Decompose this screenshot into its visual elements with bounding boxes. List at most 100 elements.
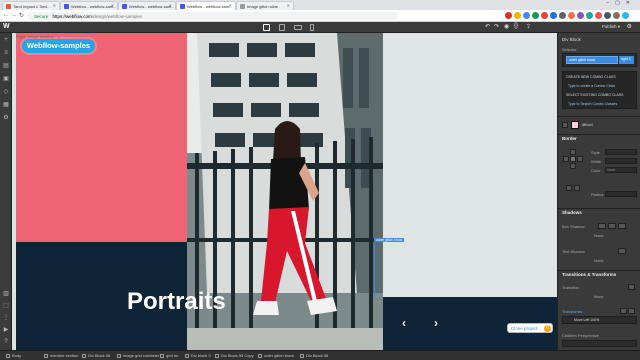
mobile-portrait-icon[interactable] [310, 24, 314, 31]
border-all-icon[interactable] [570, 156, 576, 162]
extension-icon[interactable] [568, 12, 575, 19]
transform-add-icon[interactable] [628, 308, 635, 314]
window-controls[interactable]: –▢✕ [606, 0, 636, 6]
pink-block[interactable] [16, 33, 187, 242]
light-side-panel[interactable] [383, 33, 557, 297]
color-picker-icon[interactable] [562, 122, 568, 128]
video-help-icon[interactable]: ▶ [2, 327, 10, 334]
breadcrumb-item[interactable]: image grid container [117, 353, 159, 358]
webflow-samples-badge[interactable]: Webflow-samples [22, 39, 95, 53]
close-tab-icon[interactable]: ✕ [53, 3, 56, 8]
color-swatch[interactable] [571, 121, 579, 129]
share-icon[interactable]: ⇪ [526, 23, 531, 30]
breadcrumb-item[interactable]: Div Block 56 [82, 353, 110, 358]
desktop-view-icon[interactable] [263, 24, 270, 31]
browser-tab-3[interactable]: Webflow - webflow-sam... ✕ [118, 1, 176, 10]
box-shadow-outer-icon[interactable] [598, 223, 606, 229]
breadcrumb-item[interactable]: outer glitch block [258, 353, 294, 358]
box-shadow-add-icon[interactable] [618, 223, 626, 229]
code-export-icon[interactable]: {} [514, 23, 518, 29]
text-shadow-add-icon[interactable] [618, 248, 626, 254]
pages-icon[interactable]: ▤ [2, 63, 10, 70]
extension-icon[interactable] [595, 12, 602, 19]
portraits-heading[interactable]: Portraits [127, 288, 226, 316]
forward-icon[interactable]: → [11, 12, 17, 18]
close-tab-icon[interactable]: ✕ [287, 3, 290, 8]
url-input[interactable]: Secure https://webflow.com/design/webflo… [28, 12, 398, 20]
breadcrumb-item[interactable]: member section [44, 353, 78, 358]
color-value[interactable]: #ffccd [582, 122, 593, 127]
cms-icon[interactable]: ▣ [2, 76, 10, 83]
design-canvas[interactable]: Webflow-samples Portraits ‹ › outer glit… [12, 33, 557, 350]
radius-all-icon[interactable] [566, 185, 572, 191]
extension-icon[interactable] [622, 12, 629, 19]
border-color-input[interactable]: None [605, 167, 637, 173]
publish-button[interactable]: Publish ▾ [602, 24, 620, 30]
close-tab-icon[interactable]: ✕ [229, 3, 232, 8]
extension-icon[interactable] [505, 12, 512, 19]
radius-input[interactable] [605, 191, 637, 197]
border-top-icon[interactable] [570, 149, 576, 155]
preview-icon[interactable]: ◉ [504, 23, 509, 30]
reload-icon[interactable]: ↻ [19, 12, 24, 19]
close-tab-icon[interactable]: ✕ [169, 3, 172, 8]
border-right-icon[interactable] [577, 156, 583, 162]
browser-tab-4[interactable]: Webflow - webflow-sam... ✕ [176, 1, 236, 10]
border-bottom-icon[interactable] [570, 163, 576, 169]
radius-each-icon[interactable] [574, 185, 580, 191]
mobile-landscape-icon[interactable] [294, 25, 302, 30]
guides-icon[interactable]: ⋮ [2, 315, 10, 322]
breadcrumb-item[interactable]: Div Block 58 [300, 353, 328, 358]
redo-icon[interactable]: ↷ [494, 23, 499, 30]
extension-icon[interactable] [541, 12, 548, 19]
browser-tab-2[interactable]: Webflow - webflow-sam... ✕ [60, 1, 118, 10]
slider-next-arrow-icon[interactable]: › [434, 316, 438, 330]
extension-icon[interactable] [550, 12, 557, 19]
symbols-icon[interactable]: ◇ [2, 89, 10, 96]
children-perspective-slider[interactable] [562, 340, 637, 347]
extension-icon[interactable] [559, 12, 566, 19]
extension-icon[interactable] [577, 12, 584, 19]
back-icon[interactable]: ← [3, 12, 9, 18]
extension-icon[interactable] [586, 12, 593, 19]
browser-tab-1[interactable]: Tarot Impact // Seci... ✕ [2, 1, 60, 10]
navigator-icon[interactable]: ≡ [2, 50, 10, 57]
combo-class-chip[interactable]: right 2 [619, 56, 634, 64]
extension-icon[interactable] [523, 12, 530, 19]
extension-icon[interactable] [613, 12, 620, 19]
transitions-section-header[interactable]: Transitions & Transforms [562, 272, 616, 277]
breadcrumb-item[interactable]: Body [6, 353, 21, 358]
class-chip[interactable]: outer glitch block [566, 56, 618, 64]
settings-icon[interactable]: ⚙ [2, 115, 10, 122]
add-element-icon[interactable]: + [2, 37, 10, 44]
select-icon[interactable]: ⬚ [2, 303, 10, 310]
help-icon[interactable]: ? [2, 339, 10, 346]
transition-add-icon[interactable] [628, 284, 635, 290]
box-shadow-inner-icon[interactable] [608, 223, 616, 229]
breadcrumb-item[interactable]: Div block 3 [185, 353, 211, 358]
breadcrumb-item[interactable]: grid bn [160, 353, 178, 358]
border-style-control[interactable] [605, 149, 637, 155]
undo-icon[interactable]: ↶ [485, 23, 490, 30]
search-combo-class-option[interactable]: Type to Search Combo Classes [568, 102, 617, 106]
assets-icon[interactable]: ▦ [2, 102, 10, 109]
extension-icon[interactable] [532, 12, 539, 19]
webflow-logo[interactable]: W [3, 23, 10, 30]
settings-icon[interactable]: ⚙ [627, 23, 632, 30]
extension-icon[interactable] [514, 12, 521, 19]
close-tab-icon[interactable]: ✕ [111, 3, 114, 8]
shadows-section-header[interactable]: Shadows [562, 210, 582, 215]
tablet-view-icon[interactable] [279, 24, 285, 31]
slider-prev-arrow-icon[interactable]: ‹ [402, 316, 406, 330]
audit-icon[interactable]: ▥ [2, 291, 10, 298]
extension-icon[interactable] [604, 12, 611, 19]
clone-project-button[interactable]: Clone project 6 [507, 323, 553, 333]
breadcrumb-item[interactable]: Div Block 59 Copy [215, 353, 254, 358]
border-width-input[interactable] [605, 158, 637, 164]
create-combo-class-option[interactable]: Type to create a Combo Class [568, 84, 615, 88]
border-section-header[interactable]: Border [562, 136, 577, 141]
border-left-icon[interactable] [563, 156, 569, 162]
page-info[interactable]: Page: Image desktop - ⌄ [16, 34, 61, 39]
transform-settings-icon[interactable] [620, 308, 627, 314]
browser-tab-5[interactable]: Image glitch slide ✕ [236, 1, 294, 10]
